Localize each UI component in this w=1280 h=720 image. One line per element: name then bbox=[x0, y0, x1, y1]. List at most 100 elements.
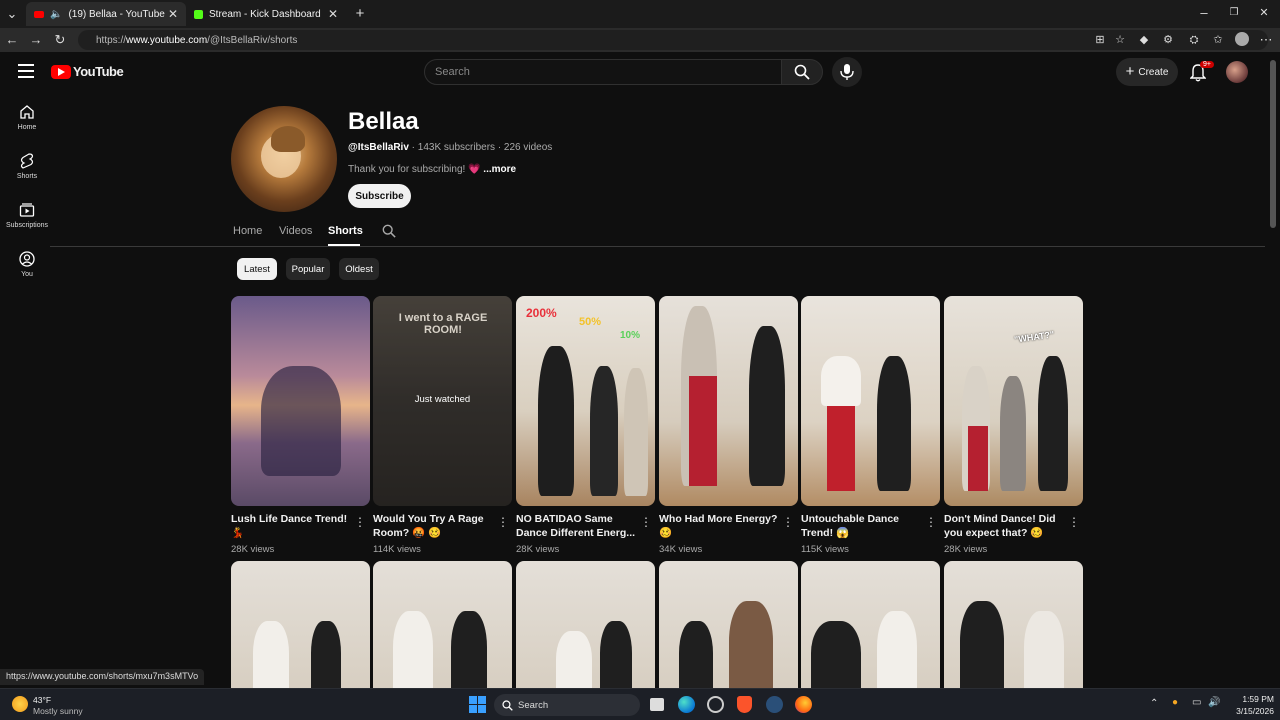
link-status-url: https://www.youtube.com/shorts/mxu7m3sMT… bbox=[0, 669, 205, 685]
more-options-icon[interactable]: ⋮ bbox=[1068, 515, 1080, 529]
subscribe-button[interactable]: Subscribe bbox=[348, 184, 411, 208]
search-input[interactable]: Search bbox=[424, 59, 782, 85]
tab-shorts[interactable]: Shorts bbox=[328, 225, 363, 237]
more-link[interactable]: ...more bbox=[483, 164, 516, 175]
channel-search-icon[interactable] bbox=[382, 224, 396, 243]
user-icon bbox=[19, 251, 35, 267]
short-thumbnail[interactable] bbox=[659, 296, 798, 506]
create-label: Create bbox=[1138, 66, 1169, 78]
app-available-icon[interactable]: ⊞ bbox=[1092, 32, 1108, 48]
youtube-logo-text: YouTube bbox=[73, 64, 124, 79]
chip-popular[interactable]: Popular bbox=[286, 258, 330, 280]
hamburger-menu-icon[interactable] bbox=[18, 64, 34, 78]
favorite-star-icon[interactable]: ☆ bbox=[1112, 32, 1128, 48]
app-icon[interactable] bbox=[707, 696, 724, 713]
short-title[interactable]: Would You Try A Rage Room? 🤬 🥴 bbox=[373, 512, 495, 540]
thumbnail-caption: 50% bbox=[579, 316, 602, 328]
steam-icon[interactable] bbox=[766, 696, 783, 713]
favorites-icon[interactable]: ✩ bbox=[1210, 32, 1226, 48]
short-thumbnail[interactable] bbox=[231, 561, 370, 688]
weather-temp[interactable]: 43°F bbox=[33, 695, 51, 705]
profile-avatar-icon[interactable] bbox=[1234, 32, 1250, 48]
youtube-logo[interactable]: YouTube bbox=[51, 64, 124, 79]
more-options-icon[interactable]: ⋮ bbox=[354, 515, 366, 529]
close-tab-icon[interactable]: ✕ bbox=[328, 7, 338, 21]
short-thumbnail[interactable] bbox=[659, 561, 798, 688]
extensions-icon[interactable]: ⚙ bbox=[1160, 32, 1176, 48]
minimize-window-icon[interactable]: – bbox=[1196, 5, 1212, 21]
account-avatar[interactable] bbox=[1226, 61, 1248, 83]
sidebar-item-home[interactable]: Home bbox=[0, 104, 54, 131]
tab-youtube[interactable]: 🔈 (19) Bellaa - YouTube ✕ bbox=[26, 2, 186, 26]
chip-oldest[interactable]: Oldest bbox=[339, 258, 379, 280]
short-thumbnail[interactable] bbox=[516, 561, 655, 688]
windows-start-icon[interactable] bbox=[469, 696, 486, 713]
short-thumbnail[interactable]: "WHAT?" bbox=[944, 296, 1083, 506]
short-thumbnail[interactable] bbox=[373, 561, 512, 688]
task-view-icon[interactable] bbox=[650, 698, 664, 711]
taskbar-search[interactable]: Search bbox=[494, 694, 640, 716]
sidebar-item-label: Shorts bbox=[16, 173, 38, 180]
weather-sun-icon[interactable] bbox=[12, 696, 28, 712]
more-options-icon[interactable]: ⋮ bbox=[925, 515, 937, 529]
display-icon[interactable]: ▭ bbox=[1192, 697, 1201, 708]
new-tab-icon[interactable]: + bbox=[352, 6, 368, 22]
brave-browser-icon[interactable] bbox=[737, 696, 752, 713]
chip-latest[interactable]: Latest bbox=[237, 258, 277, 280]
page-scrollbar[interactable] bbox=[1270, 60, 1276, 228]
short-thumbnail[interactable]: I went to a RAGE ROOM! Just watched bbox=[373, 296, 512, 506]
create-button[interactable]: + Create bbox=[1116, 58, 1178, 86]
short-title[interactable]: Lush Life Dance Trend! 💃 bbox=[231, 512, 353, 540]
reload-icon[interactable]: ↻ bbox=[52, 32, 68, 48]
more-options-icon[interactable]: ⋮ bbox=[640, 515, 652, 529]
forward-icon[interactable]: → bbox=[28, 32, 44, 48]
short-title[interactable]: NO BATIDAO Same Dance Different Energ... bbox=[516, 512, 638, 540]
channel-avatar[interactable] bbox=[231, 106, 337, 212]
tab-actions-chevron-icon[interactable]: ⌄ bbox=[4, 6, 20, 22]
short-thumbnail[interactable] bbox=[231, 296, 370, 506]
more-options-icon[interactable]: ⋮ bbox=[497, 515, 509, 529]
clock-time[interactable]: 1:59 PM bbox=[1230, 694, 1274, 704]
short-title[interactable]: Who Had More Energy? 🥴 bbox=[659, 512, 781, 540]
sidebar-item-subscriptions[interactable]: Subscriptions bbox=[0, 202, 54, 229]
short-thumbnail[interactable] bbox=[801, 296, 940, 506]
clock-date[interactable]: 3/15/2026 bbox=[1226, 706, 1274, 716]
audio-playing-icon[interactable]: 🔈 bbox=[50, 9, 62, 20]
sidebar-item-shorts[interactable]: Shorts bbox=[0, 153, 54, 180]
edge-browser-icon[interactable] bbox=[678, 696, 695, 713]
short-views: 115K views bbox=[801, 544, 849, 555]
short-title[interactable]: Untouchable Dance Trend! 😱 bbox=[801, 512, 923, 540]
search-icon bbox=[794, 64, 810, 80]
show-hidden-icons-chevron-icon[interactable]: ⌃ bbox=[1150, 698, 1158, 709]
sidebar-item-you[interactable]: You bbox=[0, 251, 54, 278]
extension-icon[interactable]: ⛭ bbox=[1186, 32, 1202, 48]
search-button[interactable] bbox=[781, 59, 823, 85]
short-thumbnail[interactable] bbox=[801, 561, 940, 688]
microphone-in-use-icon[interactable]: ● bbox=[1172, 697, 1178, 708]
short-title[interactable]: Don't Mind Dance! Did you expect that? 🥴 bbox=[944, 512, 1066, 540]
restore-window-icon[interactable]: ❐ bbox=[1226, 5, 1242, 21]
firefox-icon[interactable] bbox=[795, 696, 812, 713]
short-thumbnail[interactable] bbox=[944, 561, 1083, 688]
tab-videos[interactable]: Videos bbox=[279, 225, 312, 237]
voice-search-button[interactable] bbox=[832, 57, 862, 87]
windows-taskbar: 43°F Mostly sunny Search ⌃ ● ▭ 🔊 1:59 PM… bbox=[0, 688, 1280, 720]
back-icon[interactable]: ← bbox=[4, 32, 20, 48]
url-field[interactable]: https://www.youtube.com/@ItsBellaRiv/sho… bbox=[78, 30, 1268, 50]
search-icon bbox=[502, 700, 513, 711]
volume-icon[interactable]: 🔊 bbox=[1208, 697, 1220, 708]
close-tab-icon[interactable]: ✕ bbox=[168, 7, 178, 21]
tab-home[interactable]: Home bbox=[233, 225, 262, 237]
tab-kick-dashboard[interactable]: Stream - Kick Dashboard ✕ bbox=[186, 2, 346, 26]
more-menu-icon[interactable]: ⋯ bbox=[1258, 32, 1274, 48]
more-options-icon[interactable]: ⋮ bbox=[782, 515, 794, 529]
close-window-icon[interactable]: ✕ bbox=[1256, 5, 1272, 21]
browser-tab-bar: ⌄ 🔈 (19) Bellaa - YouTube ✕ Stream - Kic… bbox=[0, 0, 1280, 28]
channel-name: Bellaa bbox=[348, 108, 419, 135]
extension-diamond-icon[interactable]: ◆ bbox=[1136, 32, 1152, 48]
short-views: 114K views bbox=[373, 544, 421, 555]
short-thumbnail[interactable]: 200% 50% 10% bbox=[516, 296, 655, 506]
channel-description[interactable]: Thank you for subscribing! 💗 ...more bbox=[348, 164, 516, 175]
weather-desc[interactable]: Mostly sunny bbox=[33, 706, 83, 716]
notifications-button[interactable]: 9+ bbox=[1190, 61, 1214, 82]
